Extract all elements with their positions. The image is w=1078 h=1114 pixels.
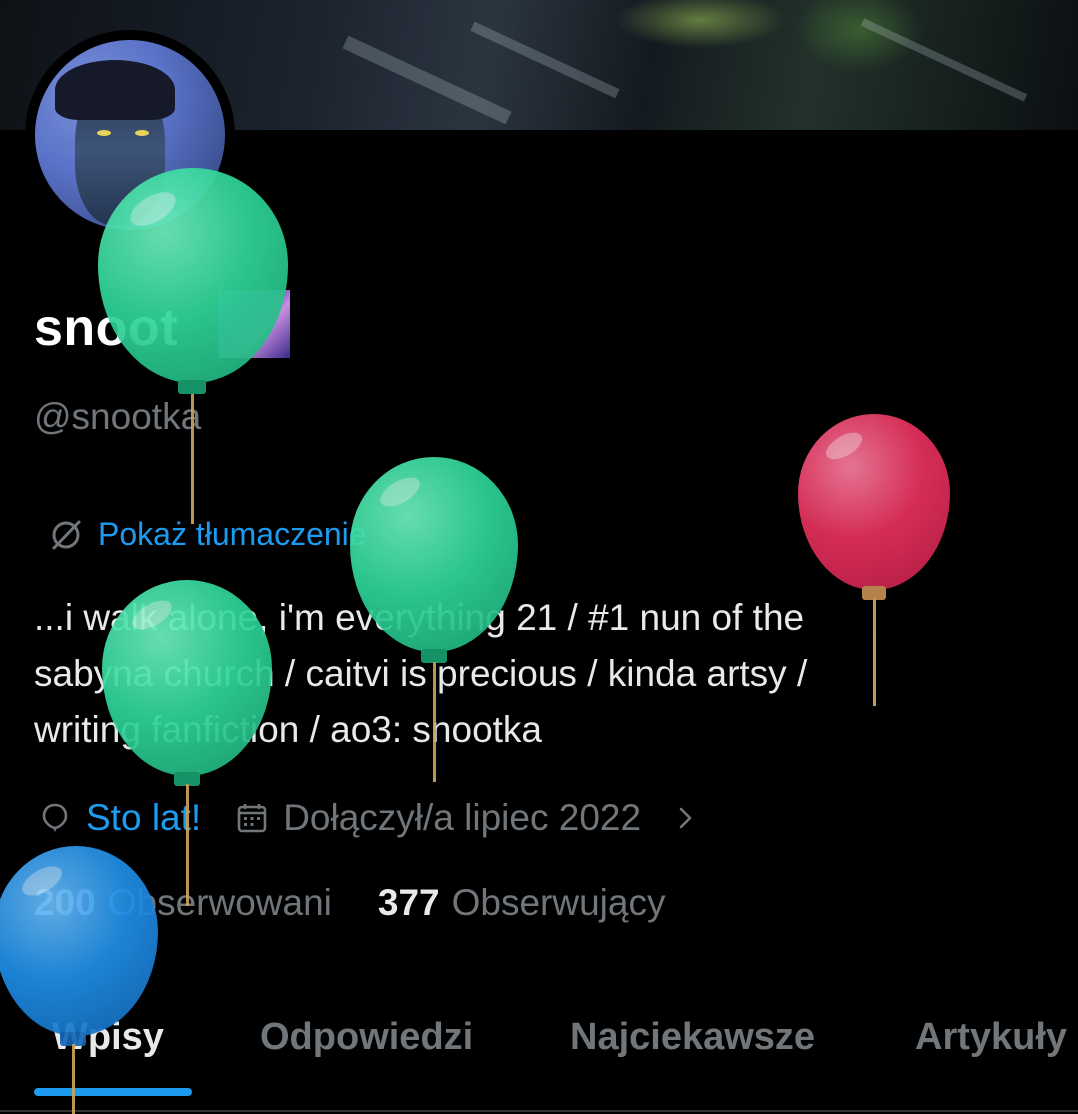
profile-tabs: Wpisy Odpowiedzi Najciekawsze Artykuły [0,1010,1078,1114]
joined-label: Dołączył/a lipiec 2022 [283,797,642,838]
followers-link[interactable]: 377 Obserwujący [378,882,666,924]
balloon-red [798,414,950,706]
translate-icon [52,520,81,549]
balloon-green [350,457,518,782]
balloon-icon [42,803,68,832]
chevron-right-icon [679,807,692,829]
balloon-green [98,168,288,528]
tab-artykuly[interactable]: Artykuły [915,1016,1067,1059]
tabs-divider [0,1110,1078,1112]
followers-count: 377 [377,882,440,923]
balloon-blue [0,846,158,1114]
tab-najciekawsze[interactable]: Najciekawsze [570,1016,815,1059]
followers-label: Obserwujący [451,882,666,923]
joined-item[interactable]: Dołączył/a lipiec 2022 [235,797,703,839]
tab-odpowiedzi[interactable]: Odpowiedzi [260,1016,473,1059]
